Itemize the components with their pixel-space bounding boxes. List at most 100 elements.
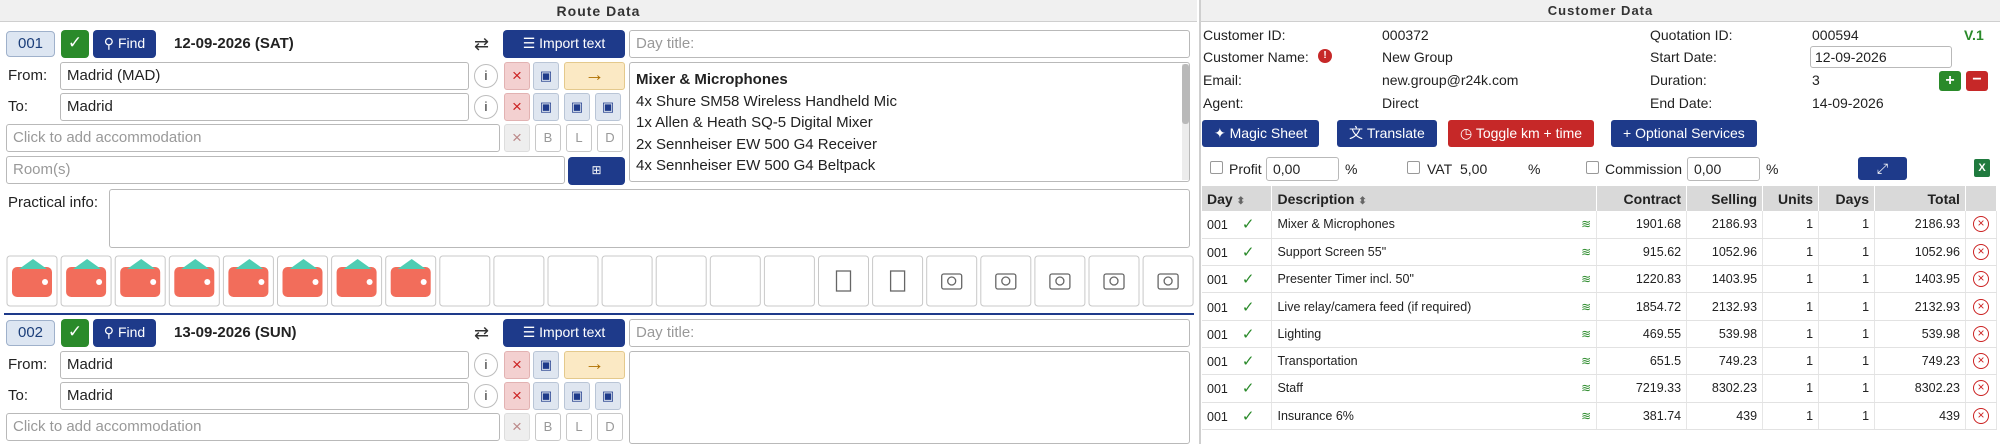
accommodation-input[interactable]: Click to add accommodation	[6, 413, 500, 441]
photo-slot[interactable]	[1142, 255, 1194, 307]
delete-icon[interactable]: ×	[1972, 407, 1989, 424]
photo-slot[interactable]	[709, 255, 761, 307]
swap-icon[interactable]: ⇄	[474, 30, 489, 58]
photo-slot[interactable]	[439, 255, 491, 307]
check-icon[interactable]: ✓	[1242, 408, 1255, 425]
image-icon[interactable]: ▣	[533, 93, 559, 121]
photo-slot[interactable]	[655, 255, 707, 307]
delete-icon[interactable]: ×	[1972, 243, 1989, 260]
image-icon[interactable]: ▣	[564, 382, 590, 410]
profit-input[interactable]: 0,00	[1266, 157, 1339, 181]
day-number[interactable]: 001	[6, 31, 55, 57]
dinner-toggle[interactable]: D	[597, 124, 623, 152]
photo-slot[interactable]	[980, 255, 1032, 307]
image-icon[interactable]: ▣	[533, 382, 559, 410]
table-row[interactable]: 001 ✓ Live relay/camera feed (if required)…	[1202, 292, 1998, 321]
sort-icon[interactable]: ⬍	[1358, 196, 1366, 207]
table-row[interactable]: 001 ✓ Staff ≋ 7219.33 8302.23 1 1 8302.23 ×	[1202, 374, 1998, 403]
day-number[interactable]: 002	[6, 320, 55, 346]
info-icon[interactable]: i	[474, 64, 498, 88]
stack-icon[interactable]: ≋	[1581, 300, 1591, 314]
expand-button[interactable]: ⤢	[1858, 157, 1907, 180]
vat-checkbox[interactable]	[1407, 161, 1420, 174]
stack-icon[interactable]: ≋	[1581, 327, 1591, 341]
photo-slot[interactable]	[926, 255, 978, 307]
day-notes[interactable]: Mixer & Microphones 4x Shure SM58 Wirele…	[629, 62, 1190, 182]
check-icon[interactable]: ✓	[1242, 326, 1255, 343]
photo-slot[interactable]	[1034, 255, 1086, 307]
table-row[interactable]: 001 ✓ Transportation ≋ 651.5 749.23 1 1 749.23 ×	[1202, 347, 1998, 376]
accommodation-input[interactable]: Click to add accommodation	[6, 124, 500, 152]
delete-icon[interactable]: ×	[1972, 325, 1989, 342]
stack-icon[interactable]: ≋	[1581, 245, 1591, 259]
photo-slot[interactable]	[818, 255, 869, 307]
delete-icon[interactable]: ×	[1972, 271, 1989, 288]
toggle-km-time-button[interactable]: ◷ Toggle km + time	[1448, 120, 1595, 147]
excel-icon[interactable]: X	[1974, 159, 1990, 177]
info-icon[interactable]: i	[474, 384, 498, 408]
practical-info-input[interactable]	[109, 189, 1190, 248]
gallery-icon[interactable]: ▣	[595, 382, 621, 410]
day-column-header[interactable]: Day ⬍	[1202, 186, 1273, 211]
image-icon[interactable]: ▣	[533, 62, 559, 90]
clear-accommodation-button[interactable]: ×	[504, 124, 530, 152]
photo-slot[interactable]	[493, 255, 545, 307]
clear-from-button[interactable]: ×	[504, 62, 530, 90]
to-input[interactable]: Madrid	[60, 93, 469, 121]
find-button[interactable]: ⚲ Find	[93, 30, 156, 58]
magic-sheet-button[interactable]: ✦ Magic Sheet	[1202, 120, 1320, 147]
commission-checkbox[interactable]	[1586, 161, 1599, 174]
day-title-input[interactable]: Day title:	[629, 30, 1190, 58]
check-icon[interactable]: ✓	[1242, 380, 1255, 397]
scrollbar-thumb[interactable]	[1182, 64, 1189, 124]
table-row[interactable]: 001 ✓ Lighting ≋ 469.55 539.98 1 1 539.98 ×	[1202, 320, 1998, 348]
commission-input[interactable]: 0,00	[1687, 157, 1760, 181]
table-row[interactable]: 001 ✓ Mixer & Microphones ≋ 1901.68 2186.93 1 1…	[1202, 211, 1998, 239]
add-day-button[interactable]: +	[1939, 71, 1961, 91]
photo-slot[interactable]	[872, 255, 924, 307]
alert-icon[interactable]: !	[1318, 49, 1332, 63]
check-icon[interactable]: ✓	[1242, 299, 1255, 316]
table-row[interactable]: 001 ✓ Insurance 6% ≋ 381.74 439 1 1 439 ×	[1202, 402, 1998, 430]
photo-slot[interactable]	[763, 255, 815, 307]
lunch-toggle[interactable]: L	[566, 413, 592, 441]
day-title-input[interactable]: Day title:	[629, 319, 1190, 347]
image-icon[interactable]: ▣	[564, 93, 590, 121]
clear-to-button[interactable]: ×	[504, 382, 530, 410]
translate-button[interactable]: 文 Translate	[1337, 120, 1437, 147]
clear-accommodation-button[interactable]: ×	[504, 413, 530, 441]
arrow-right-icon[interactable]: →	[564, 62, 625, 90]
delete-icon[interactable]: ×	[1972, 353, 1989, 370]
import-text-button[interactable]: ☰ Import text	[503, 30, 625, 58]
check-icon[interactable]: ✓	[1242, 353, 1255, 370]
confirm-button[interactable]: ✓	[61, 30, 89, 58]
profit-checkbox[interactable]	[1210, 161, 1223, 174]
from-input[interactable]: Madrid	[60, 351, 469, 379]
optional-services-button[interactable]: + Optional Services	[1611, 120, 1757, 147]
find-button[interactable]: ⚲ Find	[93, 319, 156, 347]
table-row[interactable]: 001 ✓ Presenter Timer incl. 50" ≋ 1220.83 140…	[1202, 265, 1998, 294]
breakfast-toggle[interactable]: B	[535, 413, 561, 441]
rooms-input[interactable]: Room(s)	[6, 156, 565, 184]
import-text-button[interactable]: ☰ Import text	[503, 319, 625, 347]
day-notes[interactable]	[629, 351, 1190, 444]
photo-slot[interactable]	[547, 255, 599, 307]
rooms-grid-button[interactable]: ⊞	[568, 157, 625, 185]
stack-icon[interactable]: ≋	[1581, 217, 1591, 231]
clear-to-button[interactable]: ×	[504, 93, 530, 121]
start-date-input[interactable]: 12-09-2026	[1810, 46, 1952, 68]
info-icon[interactable]: i	[474, 353, 498, 377]
check-icon[interactable]: ✓	[1242, 271, 1255, 288]
remove-day-button[interactable]: −	[1966, 71, 1988, 91]
delete-icon[interactable]: ×	[1972, 380, 1989, 397]
from-input[interactable]: Madrid (MAD)	[60, 62, 469, 90]
image-icon[interactable]: ▣	[533, 351, 559, 379]
info-icon[interactable]: i	[474, 95, 498, 119]
check-icon[interactable]: ✓	[1242, 216, 1255, 233]
photo-slot[interactable]	[601, 255, 653, 307]
lunch-toggle[interactable]: L	[566, 124, 592, 152]
delete-icon[interactable]: ×	[1972, 298, 1989, 315]
check-icon[interactable]: ✓	[1242, 244, 1255, 261]
confirm-button[interactable]: ✓	[61, 319, 89, 347]
arrow-right-icon[interactable]: →	[564, 351, 625, 379]
